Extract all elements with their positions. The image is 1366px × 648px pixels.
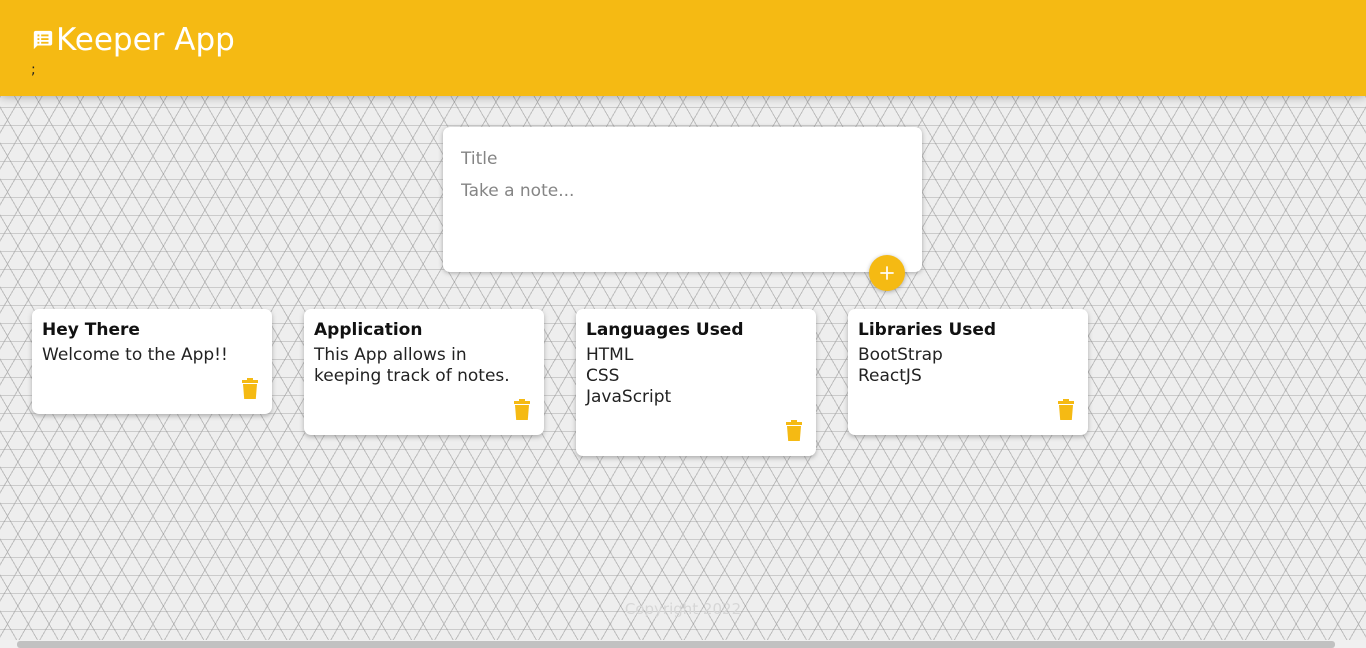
header-stray-text: ; <box>31 62 36 78</box>
note-card: Languages Used HTML CSS JavaScript <box>576 309 816 456</box>
note-content: This App allows in keeping track of note… <box>314 345 510 386</box>
note-content: HTML CSS JavaScript <box>586 345 672 407</box>
trash-icon <box>1058 399 1074 420</box>
note-card: Application This App allows in keeping t… <box>304 309 544 435</box>
note-content: Welcome to the App!! <box>42 345 228 365</box>
app-title: Keeper App <box>56 22 235 58</box>
delete-note-button[interactable] <box>784 420 804 442</box>
note-content: BootStrap ReactJS <box>858 345 943 386</box>
note-title-input[interactable] <box>461 147 901 171</box>
create-note-form <box>443 127 922 272</box>
note-content-input[interactable] <box>461 179 901 259</box>
scrollbar-thumb[interactable] <box>17 641 1335 648</box>
horizontal-scrollbar[interactable] <box>0 640 1366 648</box>
note-title: Languages Used <box>586 320 744 340</box>
note-icon <box>33 30 53 50</box>
trash-icon <box>242 378 258 399</box>
plus-icon <box>880 266 894 280</box>
delete-note-button[interactable] <box>240 378 260 400</box>
page-footer: Copyright 2022 <box>0 598 1366 620</box>
brand: Keeper App <box>32 20 235 60</box>
note-title: Hey There <box>42 320 140 340</box>
app-header: Keeper App ; <box>0 0 1366 96</box>
note-title: Libraries Used <box>858 320 997 340</box>
note-card: Hey There Welcome to the App!! <box>32 309 272 414</box>
copyright-text: Copyright 2022 <box>624 600 742 618</box>
delete-note-button[interactable] <box>512 399 532 421</box>
note-card: Libraries Used BootStrap ReactJS <box>848 309 1088 435</box>
add-note-button[interactable] <box>869 255 905 291</box>
trash-icon <box>786 420 802 441</box>
delete-note-button[interactable] <box>1056 399 1076 421</box>
trash-icon <box>514 399 530 420</box>
note-title: Application <box>314 320 423 340</box>
